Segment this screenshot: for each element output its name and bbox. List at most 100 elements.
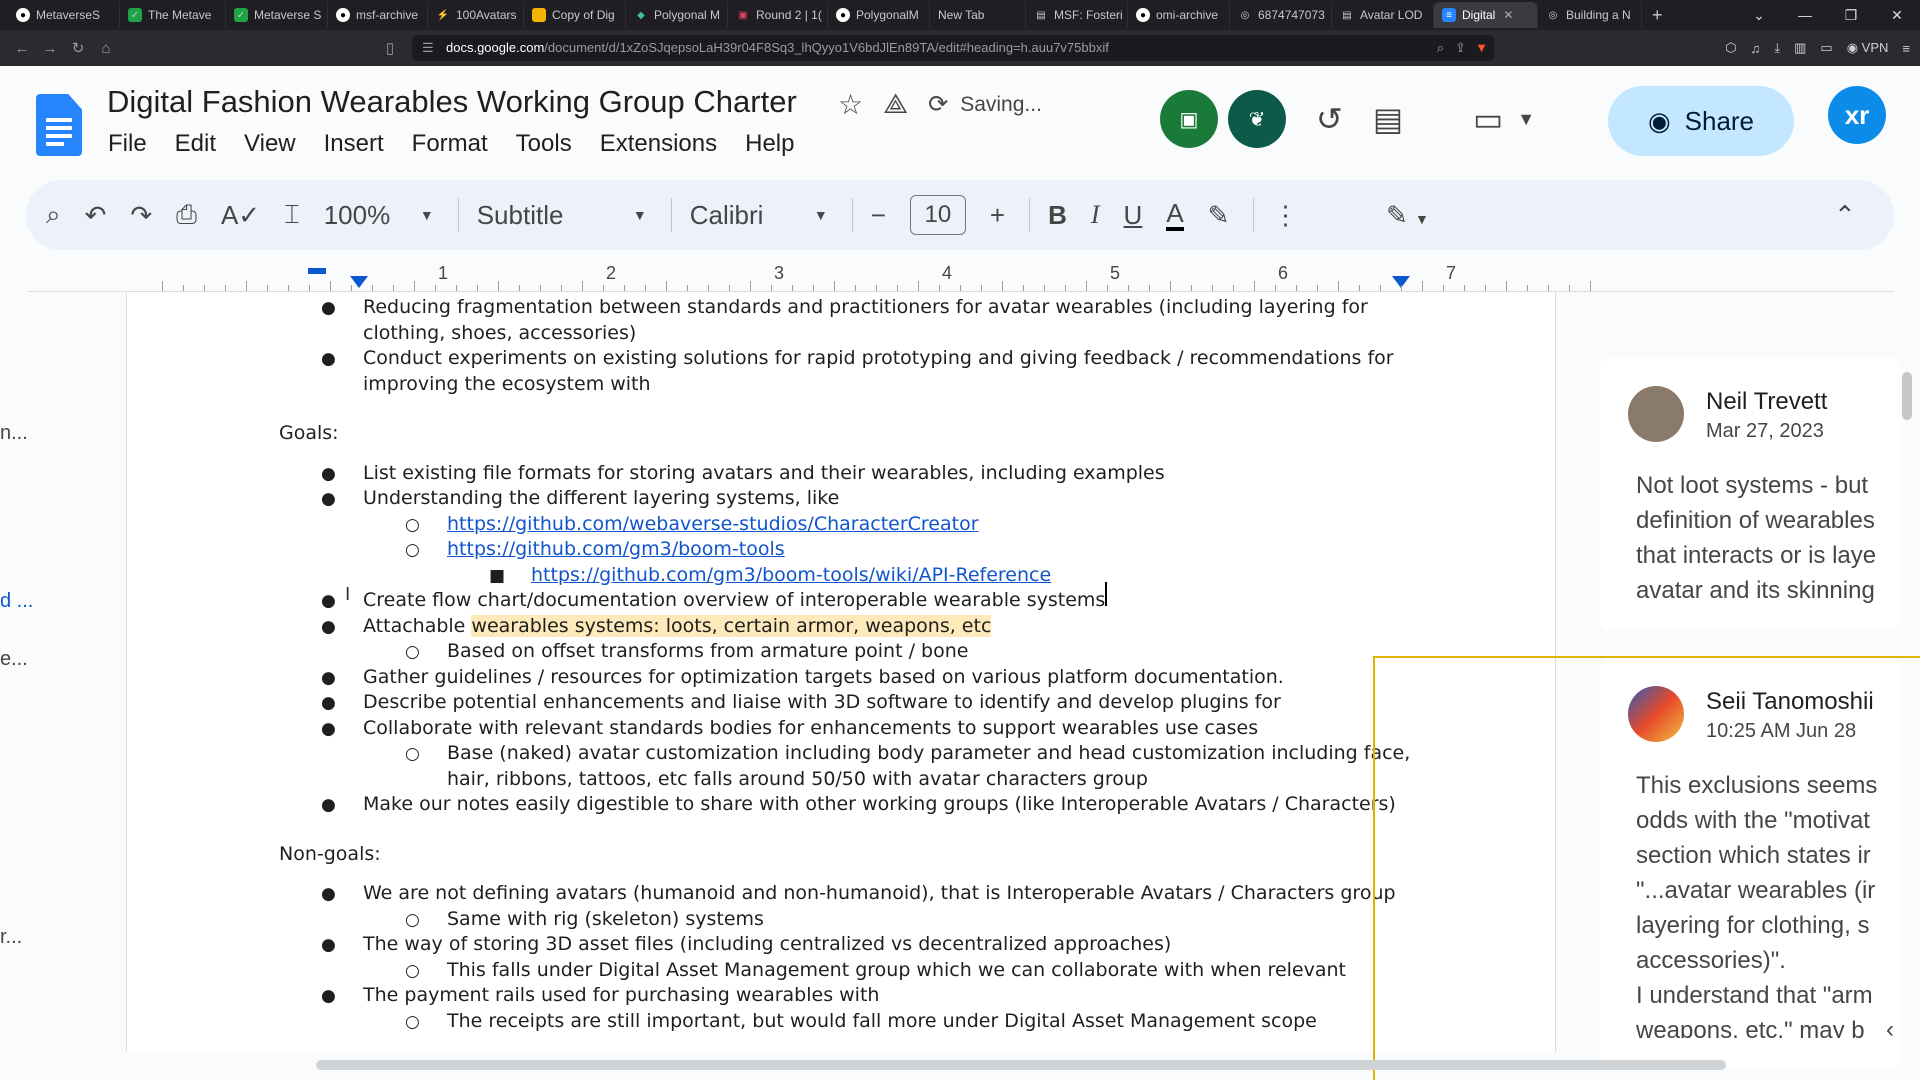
extensions-icon[interactable]: ⬡ [1725,40,1736,56]
browser-tab[interactable]: ● omi-archive [1128,2,1230,28]
ruler-tick [1401,285,1402,291]
increase-font-size-button[interactable]: + [990,200,1005,231]
underline-icon[interactable]: U [1124,200,1143,231]
comment-card[interactable]: Neil Trevett Mar 27, 2023 Not loot syste… [1600,358,1900,630]
collaborator-avatar[interactable]: ❦ [1228,90,1286,148]
downloads-icon[interactable]: ⤓ [1774,40,1780,56]
menu-view[interactable]: View [244,130,324,158]
decrease-font-size-button[interactable]: − [871,200,886,231]
vpn-button[interactable]: ◉ VPN [1847,40,1889,56]
hyperlink[interactable]: https://github.com/webaverse-studios/Cha… [447,513,979,535]
hyperlink[interactable]: https://github.com/gm3/boom-tools/wiki/A… [531,564,1051,586]
move-to-drive-icon[interactable]: ⟁ [883,88,908,121]
outline-snippet[interactable]: n... [0,422,28,445]
sidebar-icon[interactable]: ▥ [1794,40,1806,56]
highlighted-text[interactable]: wearables systems: loots, certain armor,… [471,614,992,637]
document-page[interactable]: Reducing fragmentation between standards… [126,292,1556,1052]
collaborator-avatar[interactable]: ▣ [1160,90,1218,148]
chevron-down-icon[interactable]: ▼ [1517,109,1535,130]
browser-tab[interactable]: ◆ Polygonal M [626,2,728,28]
bookmark-icon[interactable]: ▯ [376,39,404,57]
hide-menus-icon[interactable]: ⌃ [1834,200,1856,231]
document-icon: ▤ [1036,9,1046,21]
menu-insert[interactable]: Insert [324,130,412,158]
minimize-button[interactable]: — [1782,0,1828,30]
browser-tab[interactable]: ◎ 6874747073 [1230,2,1332,28]
print-icon[interactable]: ⎙ [176,199,197,231]
link-line[interactable]: https://github.com/gm3/boom-tools [447,538,785,560]
new-tab-button[interactable]: + [1642,5,1673,26]
first-line-indent-marker[interactable] [350,276,368,288]
outline-snippet[interactable]: d ... [0,590,33,613]
undo-icon[interactable]: ↶ [85,200,107,231]
url-field[interactable]: ☰ docs.google.com/document/d/1xZoSJqepso… [412,35,1494,61]
browser-tab[interactable]: ◎ Building a N [1538,2,1642,28]
browser-tab[interactable]: ✓ The Metave [120,2,226,28]
link-line[interactable]: https://github.com/webaverse-studios/Cha… [447,513,979,535]
share-page-icon[interactable]: ⇪ [1455,35,1466,61]
browser-tab[interactable]: ▤ Avatar LOD [1332,2,1434,28]
back-icon[interactable]: ← [8,40,36,57]
forward-icon[interactable]: → [36,40,64,57]
left-indent-marker[interactable] [308,268,326,274]
browser-tab[interactable]: ✓ Metaverse S [226,2,328,28]
tab-list-icon[interactable]: ⌄ [1736,0,1782,30]
maximize-button[interactable]: ❐ [1828,0,1874,30]
zoom-icon[interactable]: ⌕ [1437,35,1444,61]
editing-mode-icon[interactable]: ✎ ▼ [1386,200,1429,231]
style-select[interactable]: Subtitle ▼ [477,200,647,231]
menu-format[interactable]: Format [412,130,516,158]
outline-snippet[interactable]: r... [0,926,22,949]
brave-shield-icon[interactable]: ▼ [1475,35,1488,61]
docs-logo-icon[interactable] [36,94,82,156]
menu-file[interactable]: File [108,130,175,158]
ruler[interactable]: 1 2 3 4 5 6 7 [28,260,1894,292]
link-line[interactable]: https://github.com/gm3/boom-tools/wiki/A… [531,564,1051,586]
paint-format-icon[interactable]: ⌶ [284,199,300,231]
share-button[interactable]: ◉ Share [1608,86,1794,156]
home-icon[interactable]: ⌂ [92,40,120,57]
horizontal-scrollbar[interactable] [316,1060,1726,1070]
browser-tab[interactable]: New Tab [930,2,1026,28]
search-icon[interactable]: ⌕ [46,199,61,231]
text-color-icon[interactable]: A [1166,199,1184,231]
version-history-icon[interactable]: ↺ [1316,100,1343,138]
user-avatar[interactable]: xr [1828,86,1886,144]
spellcheck-icon[interactable]: A✓ [221,200,260,231]
sync-icon[interactable]: ⟳ [928,90,948,119]
font-size-input[interactable]: 10 [909,195,966,235]
redo-icon[interactable]: ↷ [130,200,152,231]
line-text: Make our notes easily digestible to shar… [363,793,1396,815]
highlight-icon[interactable]: ✎ [1208,200,1230,231]
italic-icon[interactable]: I [1091,200,1100,230]
reload-icon[interactable]: ↻ [64,39,92,57]
vertical-scrollbar[interactable] [1902,372,1912,420]
star-icon[interactable]: ☆ [838,88,863,121]
browser-tab[interactable]: ▤ MSF: Fosteri [1026,2,1128,28]
more-options-icon[interactable]: ⋮ [1272,200,1298,231]
browser-tab[interactable]: ▣ Round 2 | 1( [728,2,828,28]
browser-tab[interactable]: ● MetaverseS [8,2,120,28]
menu-tools[interactable]: Tools [516,130,600,158]
browser-tab[interactable]: ● PolygonalM [828,2,930,28]
menu-edit[interactable]: Edit [175,130,244,158]
font-select[interactable]: Calibri ▼ [690,200,828,231]
menu-icon[interactable]: ≡ [1902,41,1910,56]
bold-icon[interactable]: B [1048,200,1067,231]
comments-icon[interactable]: ▤ [1373,100,1403,138]
browser-tab[interactable]: ⚡ 100Avatars [428,2,524,28]
close-window-button[interactable]: ✕ [1874,0,1920,30]
browser-tab[interactable]: ● msf-archive [328,2,428,28]
close-icon[interactable]: ✕ [1503,8,1513,22]
media-icon[interactable]: ♫ [1751,41,1761,56]
hyperlink[interactable]: https://github.com/gm3/boom-tools [447,538,785,560]
menu-help[interactable]: Help [745,130,822,158]
zoom-select[interactable]: 100% ▼ [324,200,434,231]
menu-extensions[interactable]: Extensions [600,130,745,158]
meet-icon[interactable]: ▭ [1473,100,1503,138]
browser-tab[interactable]: Copy of Dig [524,2,626,28]
outline-snippet[interactable]: e... [0,648,28,671]
wallet-icon[interactable]: ▭ [1820,40,1832,56]
browser-tab-active[interactable]: ≡ Digital ✕ [1434,2,1538,28]
document-title[interactable]: Digital Fashion Wearables Working Group … [107,84,797,120]
